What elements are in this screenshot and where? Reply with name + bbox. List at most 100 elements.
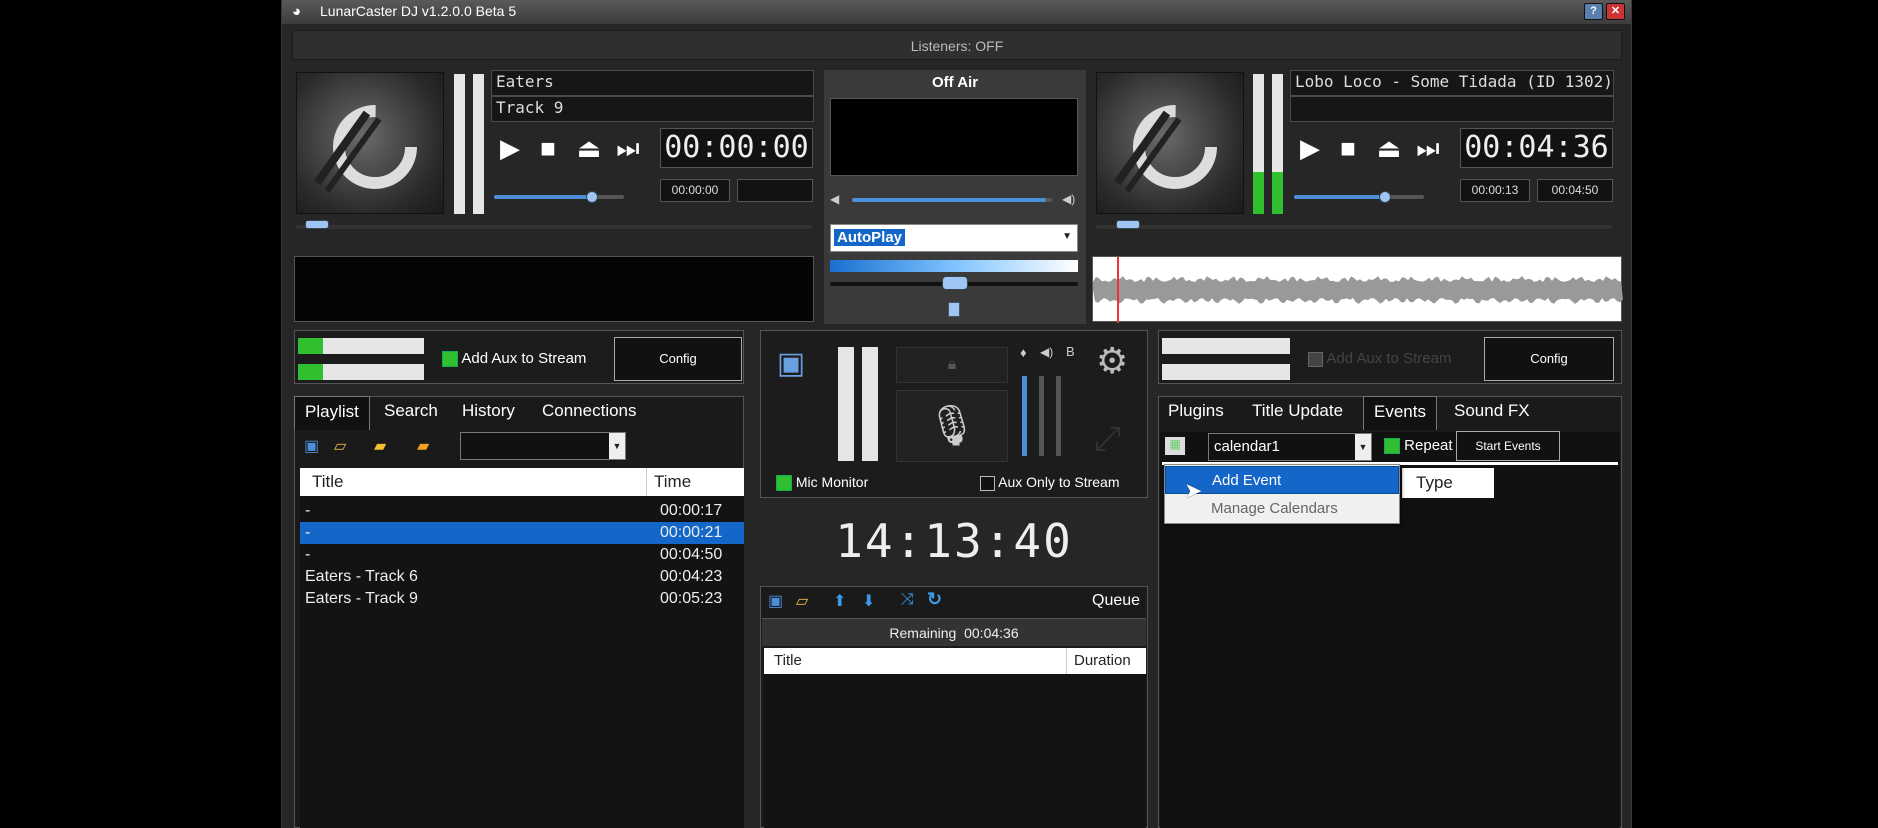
open-folder-icon[interactable]: ▱ <box>796 591 808 611</box>
deck-b-play-button[interactable]: ▶ <box>1294 133 1326 163</box>
close-button[interactable]: ✕ <box>1606 3 1625 20</box>
aux-only-toggle[interactable]: Aux Only to Stream <box>980 474 1120 491</box>
deck-b-next-button[interactable]: ⏭ <box>1412 133 1444 163</box>
open-folder-icon[interactable]: ▱ <box>334 436 346 456</box>
listeners-status: Listeners: OFF <box>292 30 1622 60</box>
repeat-toggle[interactable]: Repeat <box>1384 437 1453 455</box>
volume-up-icon[interactable]: ◀) <box>1062 192 1075 206</box>
tab-plugins[interactable]: Plugins <box>1158 396 1234 430</box>
aux-only-checkbox[interactable] <box>980 475 995 491</box>
crossfader-marker <box>948 302 960 317</box>
tab-sound-fx[interactable]: Sound FX <box>1444 396 1540 430</box>
column-title[interactable]: Title <box>312 472 344 492</box>
deck-b-position-slider[interactable] <box>1096 225 1612 229</box>
playlist-select[interactable]: ▼ <box>460 432 626 460</box>
tab-events[interactable]: Events <box>1363 396 1437 430</box>
aux-right-label: Add Aux to Stream <box>1326 350 1452 367</box>
tab-search[interactable]: Search <box>374 396 448 430</box>
save-icon[interactable]: ▣ <box>768 591 783 611</box>
aux-right-config-button[interactable]: Config <box>1484 337 1614 381</box>
mic-slider-2[interactable] <box>1039 376 1044 456</box>
deck-a-stop-button[interactable]: ■ <box>532 133 564 163</box>
start-events-button[interactable]: Start Events <box>1456 431 1560 461</box>
playlist-row[interactable]: - 00:00:17 <box>300 500 744 522</box>
aux-right-toggle[interactable]: Add Aux to Stream <box>1308 350 1451 367</box>
expand-icon[interactable]: ⤢ <box>1094 420 1121 459</box>
microphone-icon[interactable]: 🎙︎ <box>896 390 1008 462</box>
deck-a-play-button[interactable]: ▶ <box>494 133 526 163</box>
chevron-down-icon[interactable]: ▼ <box>1062 231 1072 242</box>
help-button[interactable]: ? <box>1584 3 1603 20</box>
column-time[interactable]: Time <box>654 472 691 492</box>
playlist-row[interactable]: - 00:00:21 <box>300 522 744 544</box>
deck-a-volume-knob[interactable] <box>585 191 598 203</box>
playlist-table: Title Time - 00:00:17 - 00:00:21 - 00:04:50 Ea… <box>300 468 744 828</box>
deck-b-eject-button[interactable]: ⏏ <box>1372 133 1406 163</box>
chevron-down-icon[interactable]: ▼ <box>1355 434 1371 460</box>
mic-small-icon: ♦ <box>1020 345 1027 360</box>
window-title: LunarCaster DJ v1.2.0.0 Beta 5 <box>320 3 517 19</box>
folder-icon[interactable]: ▰ <box>417 436 429 456</box>
move-up-icon[interactable]: ⬆ <box>833 591 846 611</box>
mic-level-right <box>862 347 878 461</box>
tab-title-update[interactable]: Title Update <box>1242 396 1353 430</box>
aux-left-config-button[interactable]: Config <box>614 337 742 381</box>
app-window: ◕ LunarCaster DJ v1.2.0.0 Beta 5 ? ✕ Lis… <box>281 0 1632 828</box>
calendar-select[interactable]: calendar1 ▼ <box>1208 433 1372 461</box>
mic-monitor-toggle[interactable]: Mic Monitor <box>776 474 868 492</box>
deck-b-elapsed: 00:00:13 <box>1460 179 1530 202</box>
deck-a-position-slider[interactable] <box>296 225 812 229</box>
deck-a-remaining <box>737 179 813 202</box>
calendar-icon[interactable]: ▦ <box>1165 437 1185 455</box>
deck-b-stop-button[interactable]: ■ <box>1332 133 1364 163</box>
crossfader-knob[interactable] <box>942 276 968 290</box>
queue-column-title[interactable]: Title <box>774 652 802 669</box>
aux-right-checkbox[interactable] <box>1308 351 1323 367</box>
mic-monitor-checkbox[interactable] <box>776 475 792 492</box>
gear-icon[interactable]: ⚙ <box>1096 340 1128 382</box>
aux-only-label: Aux Only to Stream <box>998 474 1120 490</box>
lock-icon[interactable]: 🔒︎ <box>896 347 1008 383</box>
playlist-row[interactable]: - 00:04:50 <box>300 544 744 566</box>
deck-b-waveform[interactable] <box>1092 256 1623 323</box>
mic-level-left <box>838 347 854 461</box>
deck-b-position-knob[interactable] <box>1115 220 1140 229</box>
deck-b-volume-knob[interactable] <box>1379 191 1391 203</box>
playlist-row[interactable]: Eaters - Track 9 00:05:23 <box>300 588 744 610</box>
queue-label: Queue <box>1092 592 1141 609</box>
mic-slider-3[interactable] <box>1056 376 1061 456</box>
queue-header: Title Duration <box>764 648 1146 674</box>
mode-select[interactable]: AutoPlay ▼ <box>830 224 1078 252</box>
move-down-icon[interactable]: ⬇ <box>862 591 875 611</box>
deck-a-volume-slider[interactable] <box>494 195 624 199</box>
deck-a-position-knob[interactable] <box>305 220 330 229</box>
deck-b-volume-slider[interactable] <box>1294 195 1424 199</box>
mic-volume-slider[interactable] <box>1022 376 1027 456</box>
center-volume-slider[interactable] <box>852 198 1052 202</box>
chevron-down-icon[interactable]: ▼ <box>609 433 625 459</box>
playlist-row[interactable]: Eaters - Track 6 00:04:23 <box>300 566 744 588</box>
refresh-icon[interactable]: ↻ <box>927 589 942 610</box>
save-icon[interactable]: ▣ <box>304 436 319 456</box>
save-icon[interactable]: ▣ <box>776 346 806 381</box>
tab-connections[interactable]: Connections <box>532 396 647 430</box>
aux-left-meter-1 <box>298 338 424 354</box>
tab-history[interactable]: History <box>452 396 525 430</box>
tab-playlist[interactable]: Playlist <box>294 396 370 430</box>
deck-a-next-button[interactable]: ⏭ <box>612 133 644 163</box>
playlist-row-time: 00:04:50 <box>660 546 723 563</box>
repeat-checkbox[interactable] <box>1384 438 1400 455</box>
add-folder-icon[interactable]: ▰ <box>374 436 386 456</box>
deck-a-level-left <box>454 74 465 214</box>
queue-column-duration[interactable]: Duration <box>1074 652 1131 669</box>
deck-a-eject-button[interactable]: ⏏ <box>572 133 606 163</box>
mute-icon[interactable]: ◀ <box>830 192 839 206</box>
aux-left-toggle[interactable]: Add Aux to Stream <box>442 350 586 368</box>
b-label: B <box>1066 344 1075 359</box>
events-column-type[interactable]: Type <box>1402 468 1494 498</box>
playlist-row-time: 00:00:17 <box>660 502 723 519</box>
aux-left-checkbox[interactable] <box>442 351 458 368</box>
deck-b-logo <box>1096 72 1244 214</box>
remaining-label: Remaining <box>889 625 957 641</box>
shuffle-icon[interactable]: ⤨ <box>901 591 914 609</box>
